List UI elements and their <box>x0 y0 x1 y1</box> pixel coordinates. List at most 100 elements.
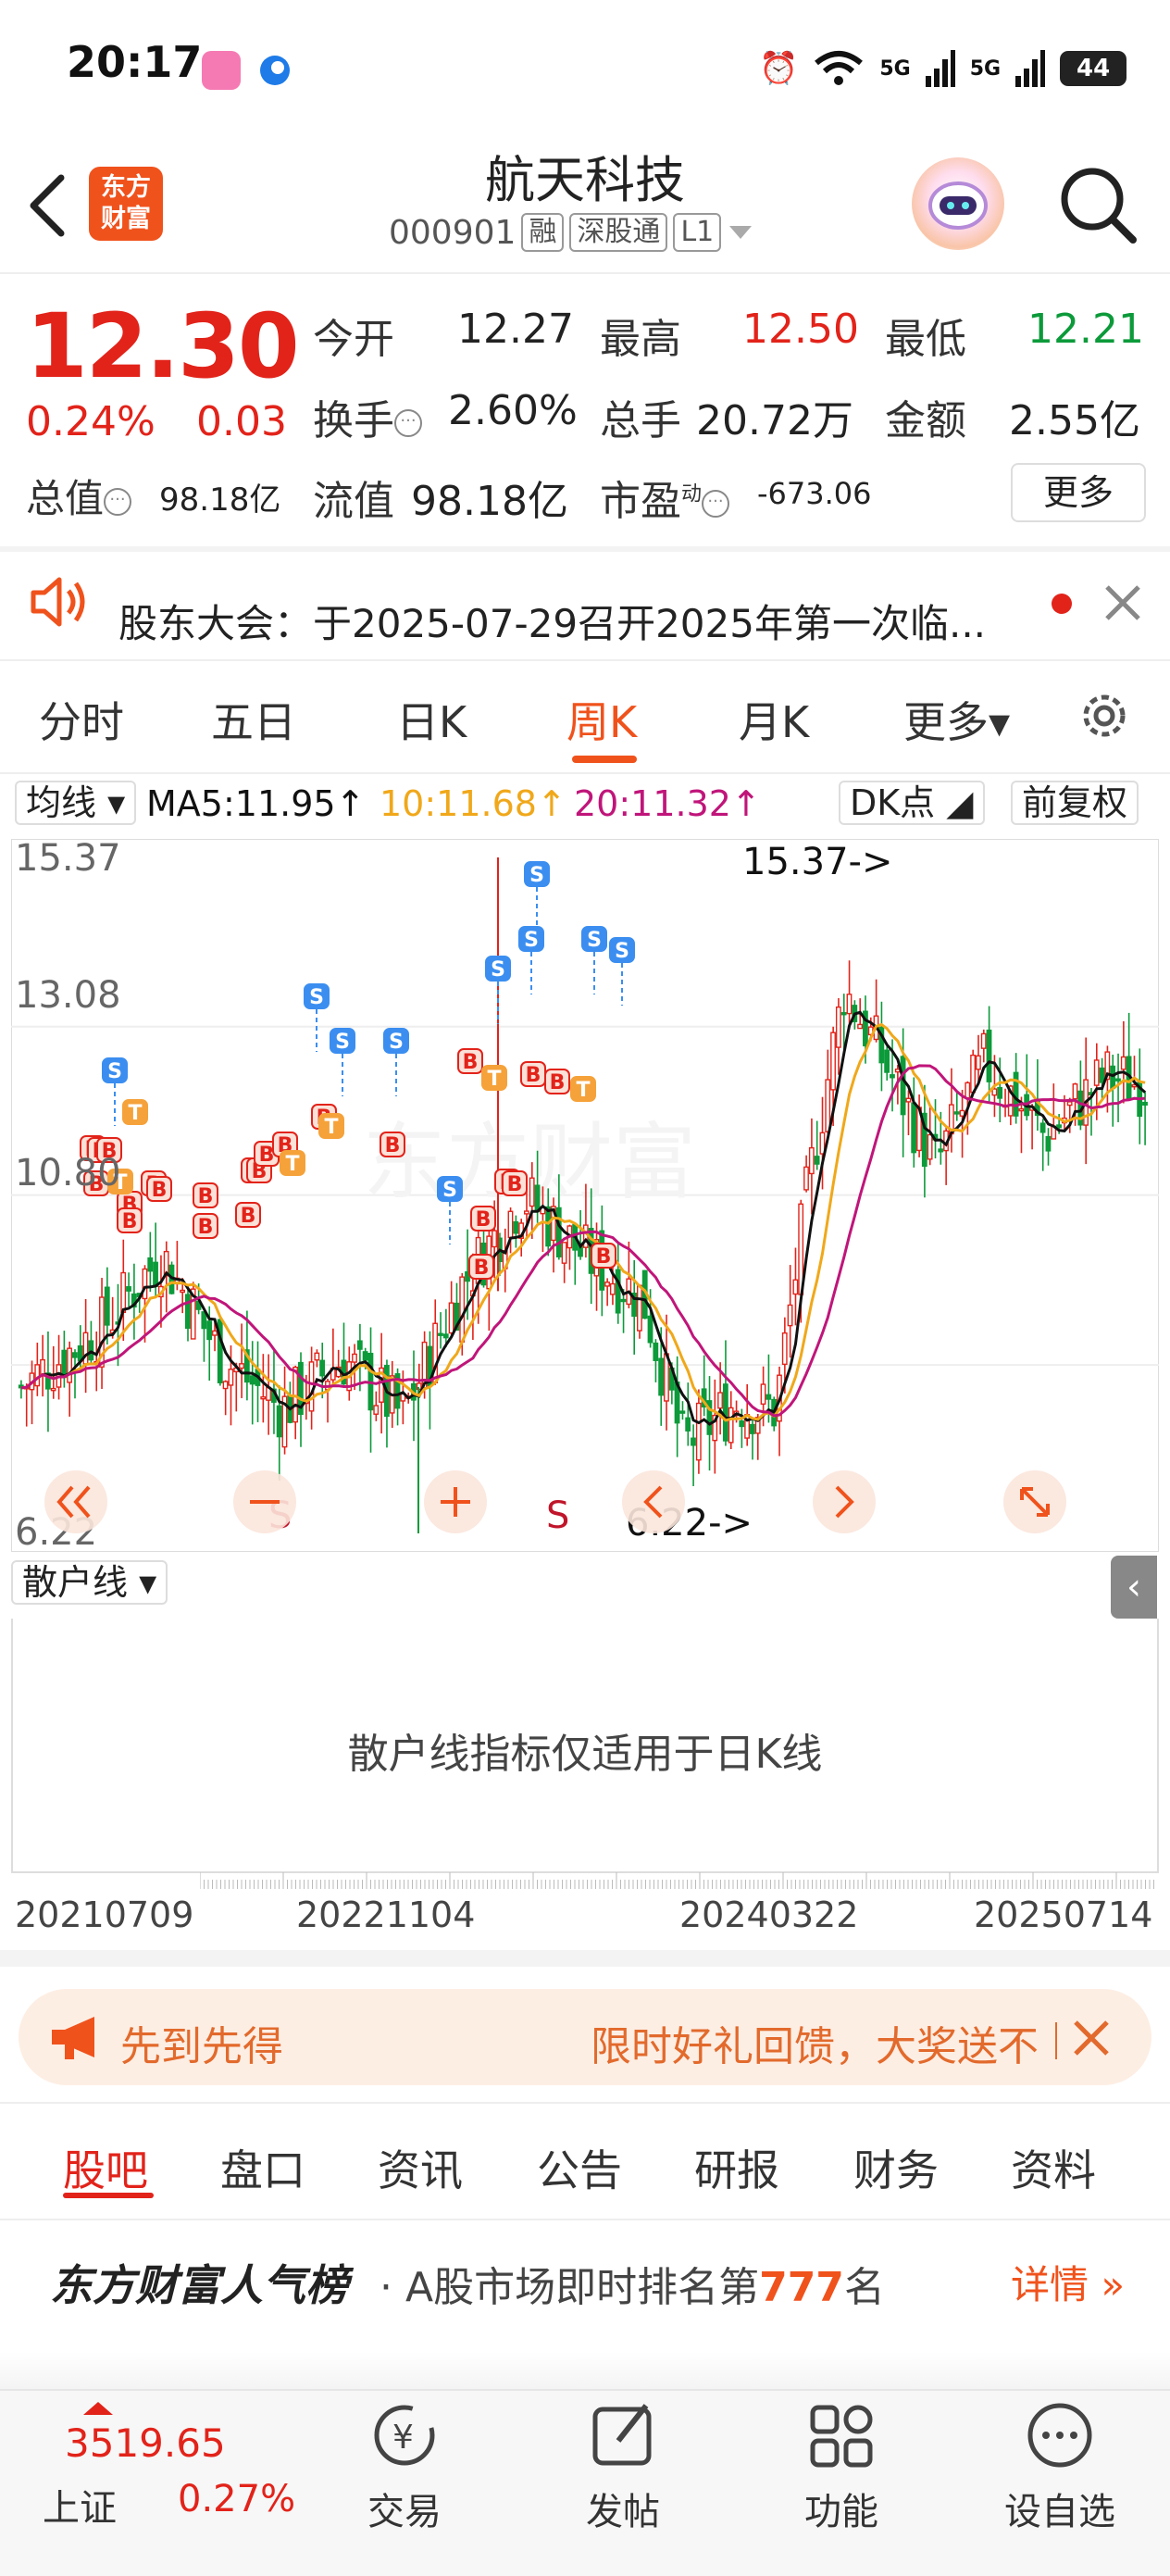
index-caret <box>80 2400 117 2420</box>
candle-body <box>991 1088 998 1096</box>
more-button[interactable]: 更多 <box>1011 463 1146 522</box>
tab-weekly-k[interactable]: 周K <box>566 689 637 750</box>
close-promo-button[interactable] <box>1072 2019 1111 2061</box>
nav-functions[interactable]: 功能 <box>772 2482 911 2535</box>
s-badge: S <box>609 937 635 963</box>
search-button[interactable] <box>1055 162 1139 245</box>
apps-icon <box>772 2398 911 2472</box>
nav-add-watchlist[interactable]: 设自选 <box>990 2482 1129 2535</box>
tab-research[interactable]: 研报 <box>694 2137 779 2198</box>
y-tick-max: 15.37 <box>15 839 121 880</box>
adjust-label: 前复权 <box>1011 781 1139 825</box>
info-icon[interactable]: ··· <box>702 490 730 518</box>
megaphone-icon <box>48 2011 106 2067</box>
tab-guba[interactable]: 股吧 <box>63 2137 148 2198</box>
b-badge-letter: B <box>122 1210 138 1233</box>
candle-body <box>50 1387 56 1392</box>
chevron-left-icon: ‹ <box>1126 1566 1141 1608</box>
tab-finance[interactable]: 财务 <box>853 2137 939 2198</box>
tab-news[interactable]: 资讯 <box>378 2137 463 2198</box>
battery-icon: 44 <box>1060 51 1127 86</box>
candle-body <box>938 1148 944 1153</box>
candle-body <box>67 1347 72 1383</box>
index-name[interactable]: 上证 <box>43 2478 117 2532</box>
high-label: 最高 <box>600 316 681 363</box>
info-icon[interactable]: ··· <box>104 487 132 516</box>
candle-body <box>448 1302 454 1334</box>
tab-daily-k[interactable]: 日K <box>396 689 467 750</box>
candle-body <box>362 1351 368 1361</box>
nav-post[interactable]: 发帖 <box>554 2482 692 2535</box>
feed-peek <box>0 2352 1170 2389</box>
index-value[interactable]: 3519.65 <box>65 2420 226 2466</box>
candle-body <box>814 1156 820 1165</box>
b-badge-letter: B <box>507 1173 523 1196</box>
notice-text[interactable]: 股东大会：于2025-07-29召开2025年第一次临... <box>118 593 986 649</box>
candle-body <box>722 1383 728 1442</box>
close-icon <box>1105 585 1140 620</box>
zoom-in-button[interactable] <box>424 1470 487 1533</box>
tab-monthly-k[interactable]: 月K <box>739 689 809 750</box>
volume-value: 20.72万 <box>696 397 853 444</box>
assistant-robot-icon[interactable] <box>912 157 1004 250</box>
b-badge: B <box>235 1202 261 1228</box>
indicator2-select[interactable]: 散户线 ▾ <box>11 1559 168 1606</box>
indicator-select[interactable]: 均线 ▾ <box>15 780 137 826</box>
margin-tag: 融 <box>521 213 565 252</box>
candle-body <box>555 1207 562 1257</box>
zoom-out-button[interactable] <box>233 1470 296 1533</box>
tab-intraday[interactable]: 分时 <box>39 689 124 750</box>
dk-point-button[interactable]: DK点 ◢ <box>839 780 985 826</box>
adjust-button[interactable]: 前复权 <box>1011 780 1139 826</box>
candle-body <box>890 1074 895 1079</box>
candle-body <box>609 1282 616 1295</box>
rank-detail-link[interactable]: 详情 » <box>1011 2254 1125 2310</box>
stock-code-row[interactable]: 000901 融 深股通 L1 <box>389 213 754 252</box>
low-label: 最低 <box>885 316 966 363</box>
y-tick-2: 13.08 <box>15 974 121 1017</box>
tabs-divider <box>0 772 1170 774</box>
s-badge: S <box>304 983 330 1009</box>
candle-body <box>120 1271 127 1314</box>
b-badge-letter: B <box>198 1185 214 1208</box>
collapse-panel-button[interactable]: ‹ <box>1111 1556 1157 1619</box>
tab-pankou[interactable]: 盘口 <box>220 2137 305 2198</box>
nav-trade[interactable]: 交易 <box>335 2482 474 2535</box>
candle-body <box>970 1054 976 1094</box>
scroll-left-fast-button[interactable] <box>44 1470 107 1533</box>
notice-divider <box>0 659 1170 661</box>
b-badge: B <box>520 1061 546 1087</box>
candle-body <box>857 1023 863 1030</box>
tab-announcements[interactable]: 公告 <box>537 2137 622 2198</box>
candle-body <box>222 1381 229 1390</box>
candle-body <box>126 1286 131 1292</box>
mktcap-label: 总值 ··· <box>26 468 132 524</box>
candle-body <box>239 1363 244 1369</box>
alarm-icon: ⏰ <box>759 50 799 87</box>
search-icon <box>1061 168 1137 244</box>
float-label: 流值 <box>313 478 394 525</box>
s-badge: S <box>330 1028 355 1054</box>
info-icon[interactable]: ··· <box>394 409 422 437</box>
dk-point-label: DK点 ◢ <box>839 781 985 825</box>
close-notice-button[interactable] <box>1102 581 1144 628</box>
index-pct[interactable]: 0.27% <box>178 2478 295 2520</box>
scroll-right-button[interactable] <box>813 1470 876 1533</box>
scroll-left-button[interactable] <box>622 1470 685 1533</box>
fullscreen-button[interactable] <box>1003 1470 1066 1533</box>
candle-body <box>1115 1078 1121 1082</box>
candle-body <box>953 1111 960 1115</box>
mktcap-value: 98.18亿 <box>159 481 281 519</box>
s-badge-letter: S <box>491 958 505 982</box>
tab-five-day[interactable]: 五日 <box>211 689 296 750</box>
connect-tag: 深股通 <box>569 213 668 252</box>
candle-body <box>658 1357 665 1396</box>
tab-more[interactable]: 更多▾ <box>903 689 1010 750</box>
b-badge-letter: B <box>526 1064 541 1087</box>
chart-settings-button[interactable] <box>1076 687 1133 748</box>
t-badge: T <box>318 1113 344 1139</box>
tab-profile[interactable]: 资料 <box>1011 2137 1096 2198</box>
candle-body <box>604 1282 610 1287</box>
kline-chart[interactable]: 东方财富 SSSSSSSSSSBBBBBBBBBBBBBBBBBBBBBBBBB… <box>11 839 1159 1552</box>
s-marker-2: S <box>546 1494 569 1537</box>
